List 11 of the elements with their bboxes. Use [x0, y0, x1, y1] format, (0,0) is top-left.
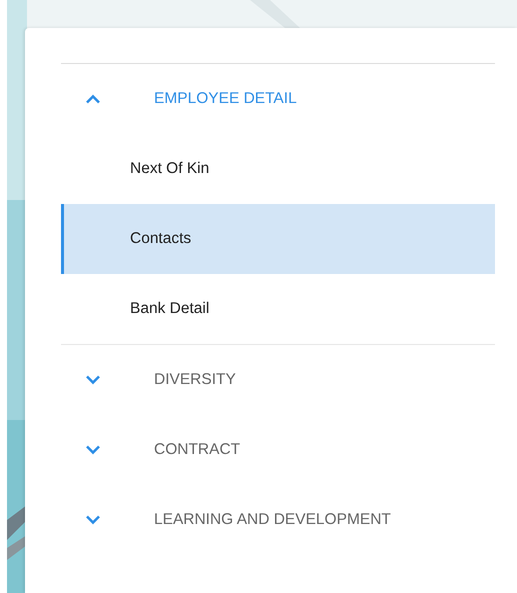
chevron-down-icon: [85, 445, 101, 455]
section-header[interactable]: EMPLOYEE DETAIL: [61, 64, 495, 134]
chevron-down-icon: [85, 515, 101, 525]
chevron-up-icon: [85, 94, 101, 104]
chevron-down-icon: [85, 375, 101, 385]
section-header[interactable]: CONTRACT: [61, 415, 495, 485]
menu-item[interactable]: Bank Detail: [61, 274, 495, 344]
menu-item[interactable]: Contacts: [61, 204, 495, 274]
section-header[interactable]: DIVERSITY: [61, 345, 495, 415]
section-header[interactable]: LEARNING AND DEVELOPMENT: [61, 485, 495, 555]
menu-item[interactable]: Next Of Kin: [61, 134, 495, 204]
